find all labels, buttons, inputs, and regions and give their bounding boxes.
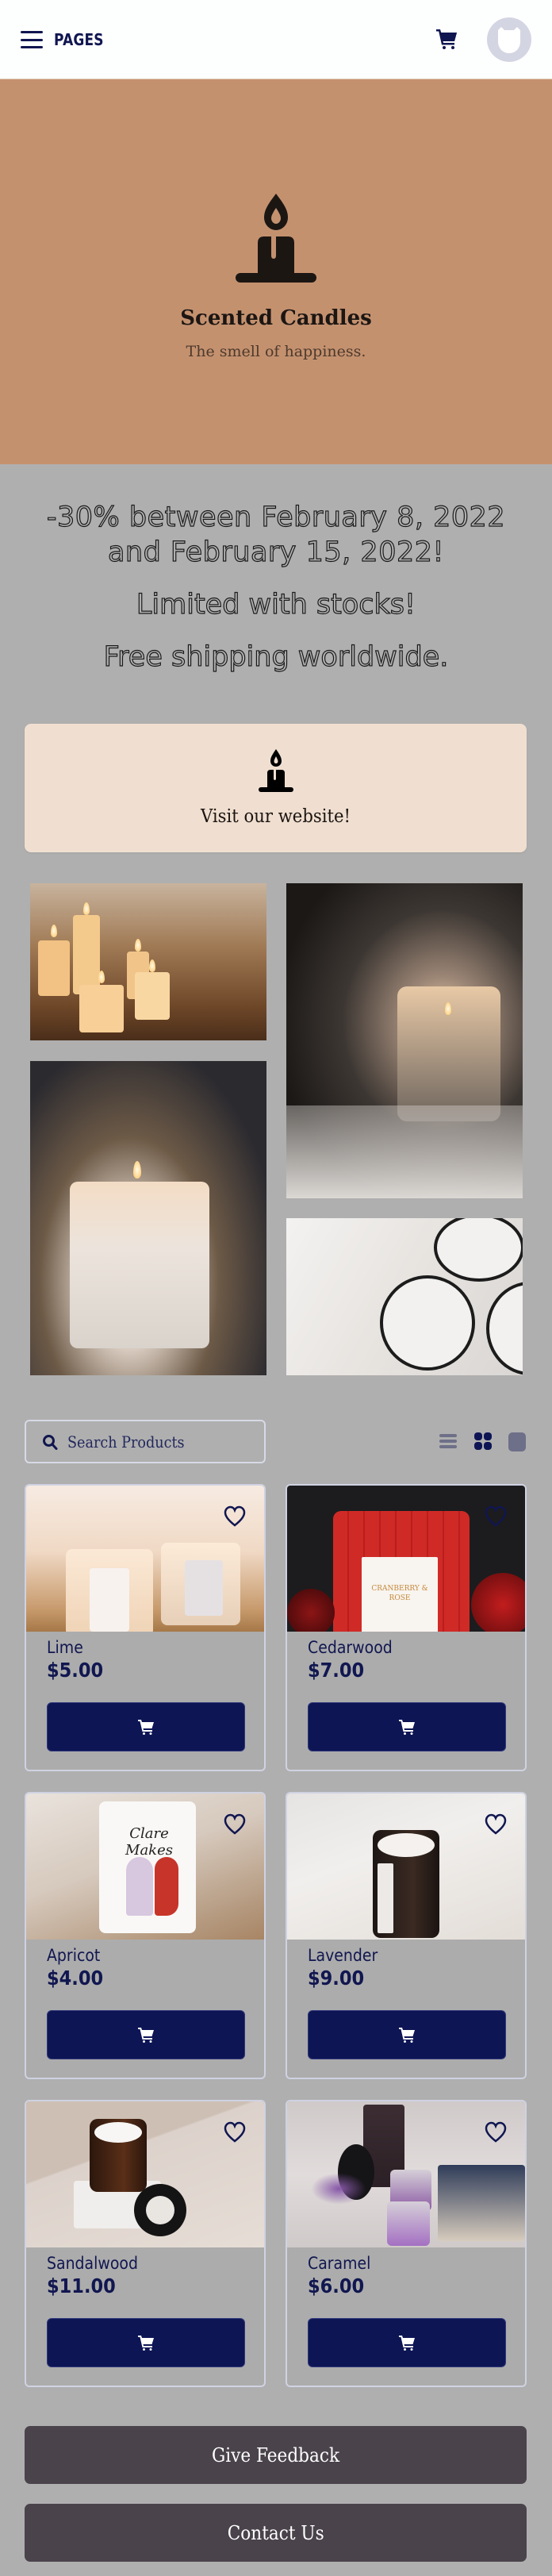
heart-icon[interactable] xyxy=(223,1813,247,1836)
promo-section: -30% between February 8, 2022 and Februa… xyxy=(0,500,552,675)
product-card[interactable]: Clare Makes Apricot $4.00 xyxy=(25,1792,266,2079)
hero-subtitle: The smell of happiness. xyxy=(186,343,366,360)
heart-icon[interactable] xyxy=(484,1813,508,1836)
heart-icon[interactable] xyxy=(223,2120,247,2144)
shopping-cart-icon[interactable] xyxy=(435,27,458,51)
add-to-cart-button[interactable] xyxy=(308,2010,506,2059)
add-to-cart-button[interactable] xyxy=(308,2318,506,2367)
add-to-cart-button[interactable] xyxy=(47,1702,245,1751)
cart-icon xyxy=(399,1720,415,1735)
add-to-cart-button[interactable] xyxy=(308,1702,506,1751)
search-input[interactable] xyxy=(67,1432,236,1451)
search-products-field[interactable] xyxy=(25,1420,266,1463)
gallery-image-glass-candle-leaves[interactable] xyxy=(30,1061,266,1375)
hero-title: Scented Candles xyxy=(180,306,372,330)
add-to-cart-button[interactable] xyxy=(47,2010,245,2059)
product-card[interactable]: CRANBERRY & ROSE Cedarwood $7.00 xyxy=(286,1484,527,1771)
cart-icon xyxy=(138,2336,154,2351)
contact-us-label: Contact Us xyxy=(227,2521,324,2544)
gallery-image-three-tins[interactable] xyxy=(286,1218,523,1375)
promo-discount-text: -30% between February 8, 2022 and Februa… xyxy=(46,501,506,568)
app-header: PAGES xyxy=(0,0,552,79)
promo-stock-text: Limited with stocks! xyxy=(136,588,416,621)
product-name: Caramel xyxy=(308,2254,371,2273)
give-feedback-button[interactable]: Give Feedback xyxy=(25,2426,527,2484)
product-price: $9.00 xyxy=(308,1967,365,1990)
contact-us-button[interactable]: Contact Us xyxy=(25,2504,527,2562)
hamburger-menu-icon xyxy=(21,31,43,48)
single-view-icon[interactable] xyxy=(507,1431,527,1451)
avatar-icon xyxy=(498,27,520,53)
gallery-image-pillar-candles[interactable] xyxy=(30,883,266,1040)
heart-icon[interactable] xyxy=(484,2120,508,2144)
product-card[interactable]: Lime $5.00 xyxy=(25,1484,266,1771)
give-feedback-label: Give Feedback xyxy=(211,2443,340,2466)
heart-icon[interactable] xyxy=(223,1505,247,1528)
promo-shipping-text: Free shipping worldwide. xyxy=(103,640,449,673)
visit-website-button[interactable]: Visit our website! xyxy=(25,724,527,852)
product-price: $4.00 xyxy=(47,1967,104,1990)
list-view-icon[interactable] xyxy=(438,1431,458,1451)
product-name: Cedarwood xyxy=(308,1638,393,1657)
candle-icon xyxy=(236,194,316,283)
product-name: Sandalwood xyxy=(47,2254,138,2273)
grid-view-icon[interactable] xyxy=(473,1431,493,1451)
product-price: $5.00 xyxy=(47,1659,104,1682)
product-card[interactable]: Caramel $6.00 xyxy=(286,2100,527,2387)
pages-menu-button[interactable]: PAGES xyxy=(21,30,113,49)
cart-icon xyxy=(138,1720,154,1735)
visit-website-label: Visit our website! xyxy=(200,806,351,827)
user-avatar[interactable] xyxy=(487,17,531,62)
product-price: $11.00 xyxy=(47,2274,116,2297)
cart-icon xyxy=(399,2336,415,2351)
search-icon xyxy=(43,1434,58,1450)
candle-icon xyxy=(259,749,293,792)
product-name: Lavender xyxy=(308,1946,378,1965)
add-to-cart-button[interactable] xyxy=(47,2318,245,2367)
gallery-image-jar-candle-fur[interactable] xyxy=(286,883,523,1198)
cart-icon xyxy=(138,2028,154,2043)
cart-icon xyxy=(399,2028,415,2043)
product-card[interactable]: Sandalwood $11.00 xyxy=(25,2100,266,2387)
product-name: Apricot xyxy=(47,1946,101,1965)
product-price: $7.00 xyxy=(308,1659,365,1682)
product-card[interactable]: Lavender $9.00 xyxy=(286,1792,527,2079)
heart-icon[interactable] xyxy=(484,1505,508,1528)
pages-label: PAGES xyxy=(54,30,104,49)
product-price: $6.00 xyxy=(308,2274,365,2297)
hero-banner: Scented Candles The smell of happiness. xyxy=(0,79,552,464)
product-name: Lime xyxy=(47,1638,83,1657)
